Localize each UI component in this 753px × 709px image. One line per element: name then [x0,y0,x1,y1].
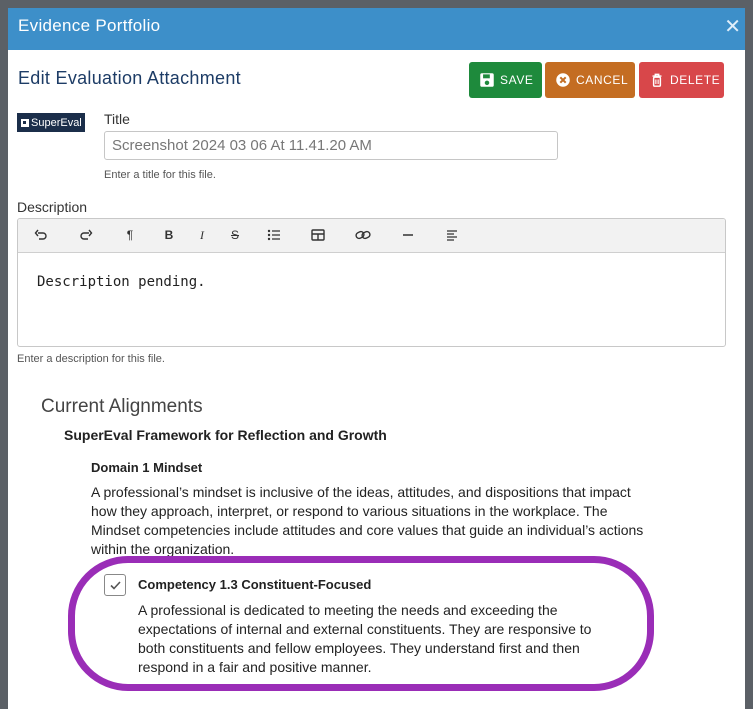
bold-icon[interactable]: B [159,225,179,245]
title-input[interactable] [104,131,558,160]
description-help-text: Enter a description for this file. [17,353,165,365]
link-icon[interactable] [353,225,373,245]
title-label: Title [104,111,130,127]
competency-title: Competency 1.3 Constituent-Focused [138,577,372,592]
framework-title: SuperEval Framework for Reflection and G… [64,427,387,443]
competency-checkbox[interactable] [104,574,126,596]
delete-button[interactable]: DELETE [639,62,724,98]
close-icon[interactable]: ✕ [724,14,741,39]
undo-icon[interactable] [31,225,51,245]
modal-title: Evidence Portfolio [18,16,161,35]
editor-toolbar: ¶ B I S [18,219,725,253]
checkmark-icon [109,580,121,590]
cancel-circle-icon [556,73,570,87]
italic-icon[interactable]: I [192,225,212,245]
modal-header: Evidence Portfolio ✕ [8,8,745,50]
description-label: Description [17,199,88,215]
cancel-label: CANCEL [576,73,629,87]
logo-mark-icon [21,118,29,127]
competency-description: A professional is dedicated to meeting t… [138,602,592,675]
alignments-heading: Current Alignments [41,396,203,417]
save-label: SAVE [500,73,534,87]
save-button[interactable]: SAVE [469,62,542,98]
strikethrough-icon[interactable]: S [225,225,245,245]
save-icon [480,73,494,87]
domain-title: Domain 1 Mindset [91,460,203,475]
delete-label: DELETE [670,73,721,87]
domain-description: A professional’s mindset is inclusive of… [91,484,644,557]
page-title: Edit Evaluation Attachment [18,68,241,88]
paragraph-icon[interactable]: ¶ [120,225,140,245]
horizontal-rule-icon[interactable] [398,225,418,245]
redo-icon[interactable] [76,225,96,245]
evidence-portfolio-modal: Evidence Portfolio ✕ Edit Evaluation Att… [8,8,745,709]
table-icon[interactable] [308,225,328,245]
supereval-logo: SuperEval [17,113,85,132]
cancel-button[interactable]: CANCEL [545,62,635,98]
description-content[interactable]: Description pending. [18,253,725,311]
logo-text: SuperEval [31,116,82,129]
title-help-text: Enter a title for this file. [104,169,216,181]
description-editor: ¶ B I S Description pending. [17,218,726,347]
align-left-icon[interactable] [442,225,462,245]
bullet-list-icon[interactable] [264,225,284,245]
trash-icon [652,73,662,87]
